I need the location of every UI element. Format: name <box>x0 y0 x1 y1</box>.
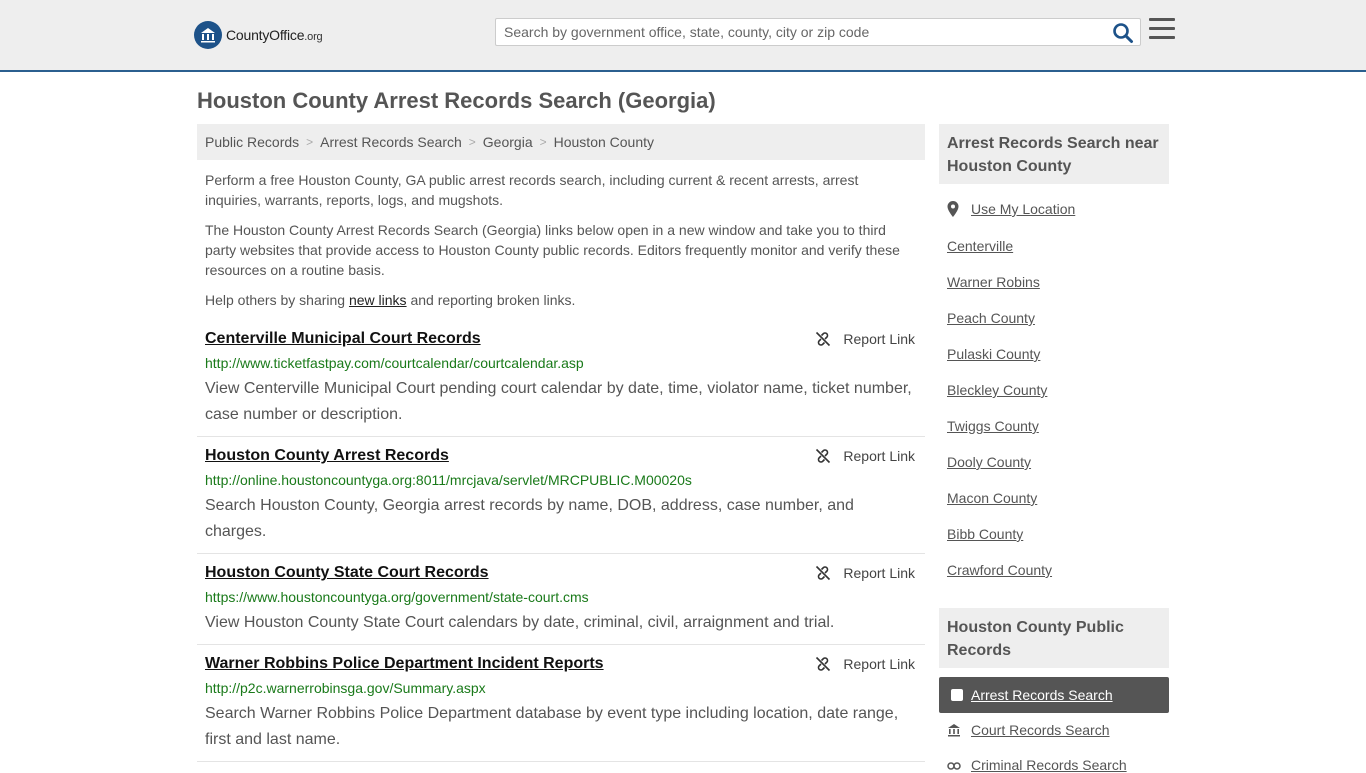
near-link-dooly-county[interactable]: Dooly County <box>947 454 1031 470</box>
report-link-button[interactable]: Report Link <box>815 448 915 464</box>
map-pin-icon <box>947 201 959 217</box>
listing-url: http://online.houstoncountyga.org:8011/m… <box>205 472 692 488</box>
listing-description: Search Houston County, Georgia arrest re… <box>205 497 854 540</box>
sidebar-item-criminal-records-search[interactable]: Criminal Records Search <box>947 757 1127 773</box>
sidebar-public-records-title: Houston County Public Records <box>939 608 1169 668</box>
courthouse-icon <box>948 724 960 737</box>
report-link-button[interactable]: Report Link <box>815 656 915 672</box>
breadcrumb: Public Records > Arrest Records Search >… <box>197 124 925 160</box>
search-box <box>495 18 1141 46</box>
listing-title-link[interactable]: Warner Robbins Police Department Inciden… <box>205 655 604 673</box>
breadcrumb-houston-county[interactable]: Houston County <box>554 134 654 150</box>
listing-title-link[interactable]: Centerville Municipal Court Records <box>205 330 481 348</box>
search-input[interactable] <box>496 19 1106 45</box>
listing-description: Search Warner Robbins Police Department … <box>205 705 899 748</box>
near-link-centerville[interactable]: Centerville <box>947 238 1013 254</box>
breadcrumb-arrest-records-search[interactable]: Arrest Records Search <box>320 134 462 150</box>
listing-description: View Centerville Municipal Court pending… <box>205 380 912 423</box>
breadcrumb-georgia[interactable]: Georgia <box>483 134 533 150</box>
near-link-bleckley-county[interactable]: Bleckley County <box>947 382 1047 398</box>
listing-item: Houston County State Court Records Repor… <box>197 564 925 645</box>
near-link-twiggs-county[interactable]: Twiggs County <box>947 418 1039 434</box>
broken-link-icon <box>816 331 831 347</box>
sidebar-item-arrest-records-search[interactable]: Arrest Records Search <box>939 677 1169 713</box>
breadcrumb-separator: > <box>539 135 547 149</box>
report-link-button[interactable]: Report Link <box>815 331 915 347</box>
near-link-warner-robins[interactable]: Warner Robins <box>947 274 1040 290</box>
intro-paragraph-3: Help others by sharing new links and rep… <box>205 292 576 308</box>
listing-url: http://p2c.warnerrobinsga.gov/Summary.as… <box>205 680 486 696</box>
listing-url: https://www.houstoncountyga.org/governme… <box>205 589 589 605</box>
near-link-pulaski-county[interactable]: Pulaski County <box>947 346 1040 362</box>
breadcrumb-separator: > <box>306 135 314 149</box>
new-links-link[interactable]: new links <box>349 292 407 308</box>
near-link-crawford-county[interactable]: Crawford County <box>947 562 1052 578</box>
listing-item: Warner Robbins Police Department Inciden… <box>197 655 925 762</box>
listing-item: Centerville Municipal Court Records Repo… <box>197 330 925 437</box>
breadcrumb-public-records[interactable]: Public Records <box>205 134 299 150</box>
search-icon[interactable] <box>1112 22 1134 44</box>
near-link-bibb-county[interactable]: Bibb County <box>947 526 1023 542</box>
county-office-logo[interactable]: CountyOffice.org <box>194 20 323 50</box>
sidebar-near-title: Arrest Records Search near Houston Count… <box>939 124 1169 184</box>
intro-paragraph-2: The Houston County Arrest Records Search… <box>205 222 900 278</box>
listing-title-link[interactable]: Houston County Arrest Records <box>205 447 449 465</box>
broken-link-icon <box>816 448 831 464</box>
listing-url: http://www.ticketfastpay.com/courtcalend… <box>205 355 584 371</box>
checkbox-icon <box>951 689 963 701</box>
logo-text: CountyOffice.org <box>226 27 323 43</box>
sidebar-item-court-records-search[interactable]: Court Records Search <box>947 722 1110 738</box>
intro-text: Perform a free Houston County, GA public… <box>205 170 917 320</box>
use-my-location-link[interactable]: Use My Location <box>947 201 1075 217</box>
handcuffs-icon <box>947 762 961 770</box>
listing-title-link[interactable]: Houston County State Court Records <box>205 564 489 582</box>
breadcrumb-separator: > <box>468 135 476 149</box>
broken-link-icon <box>816 565 831 581</box>
listing-description: View Houston County State Court calendar… <box>205 614 835 631</box>
site-header: CountyOffice.org <box>0 0 1366 72</box>
hamburger-menu-icon[interactable] <box>1149 18 1175 42</box>
report-link-button[interactable]: Report Link <box>815 565 915 581</box>
near-link-peach-county[interactable]: Peach County <box>947 310 1035 326</box>
logo-seal-icon <box>194 21 222 49</box>
listing-item: Houston County Arrest Records Report Lin… <box>197 447 925 554</box>
broken-link-icon <box>816 656 831 672</box>
intro-paragraph-1: Perform a free Houston County, GA public… <box>205 172 859 208</box>
page-title: Houston County Arrest Records Search (Ge… <box>197 88 716 113</box>
near-link-macon-county[interactable]: Macon County <box>947 490 1037 506</box>
